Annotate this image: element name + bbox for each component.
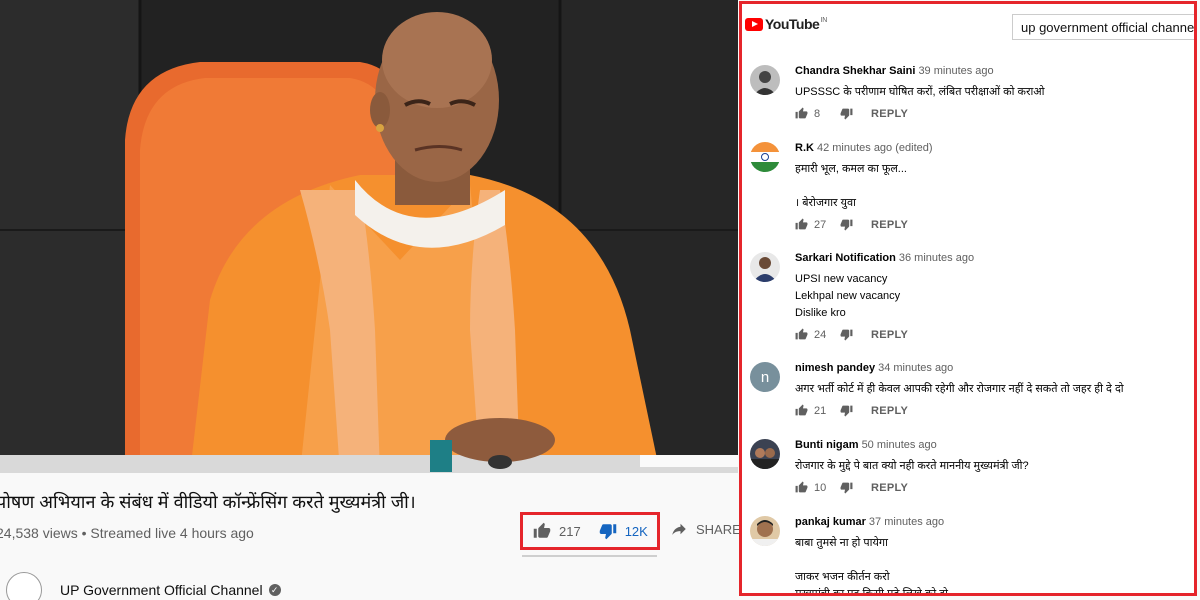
avatar[interactable]: n bbox=[750, 362, 780, 392]
avatar[interactable] bbox=[750, 142, 780, 172]
avatar[interactable] bbox=[750, 516, 780, 546]
like-dislike-highlight: 217 12K bbox=[520, 512, 660, 550]
thumbs-up-icon[interactable] bbox=[795, 107, 808, 120]
comment-time[interactable]: 36 minutes ago bbox=[899, 252, 974, 264]
region-code: IN bbox=[820, 16, 828, 24]
comment-like-count: 10 bbox=[814, 481, 827, 494]
thumbs-down-icon[interactable] bbox=[840, 328, 853, 341]
youtube-play-icon bbox=[745, 17, 763, 31]
youtube-wordmark: YouTube bbox=[765, 16, 820, 32]
thumbs-down-icon[interactable] bbox=[840, 218, 853, 231]
youtube-header: YouTube IN up government official channe… bbox=[742, 4, 1194, 48]
comment-text: रोजगार के मुद्दे पे बात क्यो नही करते मा… bbox=[795, 460, 1029, 472]
avatar[interactable] bbox=[750, 65, 780, 95]
video-player[interactable] bbox=[0, 0, 738, 473]
meta-separator: • bbox=[81, 525, 87, 541]
reply-button[interactable]: REPLY bbox=[871, 405, 908, 417]
comment-actions: 8 REPLY bbox=[795, 107, 1185, 120]
reply-button[interactable]: REPLY bbox=[871, 219, 908, 231]
comment-like-count: 24 bbox=[814, 328, 827, 341]
youtube-logo[interactable]: YouTube IN bbox=[745, 16, 827, 32]
dislike-count: 12K bbox=[624, 523, 648, 539]
comment-author[interactable]: nimesh pandey bbox=[795, 362, 875, 374]
share-button[interactable]: SHARE bbox=[670, 520, 740, 538]
thumbs-down-icon[interactable] bbox=[840, 404, 853, 417]
avatar-photo-icon bbox=[750, 439, 780, 469]
sentiment-bar bbox=[522, 555, 657, 557]
avatar[interactable] bbox=[750, 439, 780, 469]
view-count: 24,538 views bbox=[0, 525, 78, 541]
comment-actions: 27 REPLY bbox=[795, 218, 1185, 231]
dislike-button[interactable]: 12K bbox=[599, 522, 648, 540]
comment-like-count: 21 bbox=[814, 404, 827, 417]
channel-row: UP Government Official Channel ✓ bbox=[0, 572, 281, 600]
streamed-time: Streamed live 4 hours ago bbox=[90, 525, 254, 541]
comment-text: अगर भर्ती कोर्ट में ही केवल आपकी रहेगी औ… bbox=[795, 383, 1124, 395]
comment-author[interactable]: Bunti nigam bbox=[795, 439, 859, 451]
comment-time[interactable]: 50 minutes ago bbox=[862, 439, 937, 451]
avatar[interactable] bbox=[750, 252, 780, 282]
avatar-photo-icon bbox=[750, 516, 780, 546]
reply-button[interactable]: REPLY bbox=[871, 108, 908, 120]
share-arrow-icon bbox=[672, 523, 686, 535]
comment-time[interactable]: 39 minutes ago bbox=[918, 65, 993, 77]
thumbs-down-icon bbox=[599, 524, 616, 540]
comment-actions: 21 REPLY bbox=[795, 404, 1185, 417]
like-button[interactable]: 217 bbox=[533, 522, 581, 540]
letter-avatar-icon: n bbox=[750, 362, 780, 392]
comment-like-count: 8 bbox=[814, 107, 821, 120]
share-label: SHARE bbox=[696, 521, 740, 537]
thumbs-up-icon[interactable] bbox=[795, 404, 808, 417]
thumbs-up-icon bbox=[533, 522, 551, 538]
channel-name[interactable]: UP Government Official Channel bbox=[60, 582, 263, 598]
avatar-letter: n bbox=[761, 369, 769, 386]
comment-text: UPSSSC के परीणाम घोषित करों, लंबित परीक्… bbox=[795, 86, 1045, 98]
like-count: 217 bbox=[559, 523, 581, 539]
comment-author[interactable]: R.K bbox=[795, 142, 814, 154]
thumbs-down-icon[interactable] bbox=[840, 107, 853, 120]
verified-check-icon: ✓ bbox=[268, 584, 281, 596]
comment-text: UPSI new vacancy Lekhpal new vacancy Dis… bbox=[795, 273, 901, 319]
comment-author[interactable]: Chandra Shekhar Saini bbox=[795, 65, 915, 77]
video-page: पोषण अभियान के संबंध में वीडियो कॉन्फ्रे… bbox=[0, 0, 740, 600]
comment-author[interactable]: pankaj kumar bbox=[795, 516, 866, 528]
comment-text: बाबा तुमसे ना हो पायेगा जाकर भजन कीर्तन … bbox=[795, 537, 948, 596]
comment-time[interactable]: 34 minutes ago bbox=[878, 362, 953, 374]
avatar-photo-icon bbox=[750, 65, 780, 95]
video-title: पोषण अभियान के संबंध में वीडियो कॉन्फ्रे… bbox=[0, 492, 416, 512]
comment-time[interactable]: 37 minutes ago bbox=[869, 516, 944, 528]
search-input[interactable]: up government official channel bbox=[1012, 14, 1194, 40]
avatar-photo-icon bbox=[750, 252, 780, 282]
india-flag-icon bbox=[750, 142, 780, 172]
comment-text: हमारी भूल, कमल का फूल... । बेरोजगार युवा bbox=[795, 163, 907, 209]
comment-time[interactable]: 42 minutes ago (edited) bbox=[817, 142, 933, 154]
thumbs-up-icon[interactable] bbox=[795, 328, 808, 341]
channel-avatar[interactable] bbox=[6, 572, 42, 600]
reply-button[interactable]: REPLY bbox=[871, 482, 908, 494]
comment-actions: 10 REPLY bbox=[795, 481, 1185, 494]
video-meta: 24,538 views • Streamed live 4 hours ago bbox=[0, 525, 254, 541]
reply-button[interactable]: REPLY bbox=[871, 329, 908, 341]
thumbs-up-icon[interactable] bbox=[795, 481, 808, 494]
thumbs-up-icon[interactable] bbox=[795, 218, 808, 231]
video-frame-illustration bbox=[0, 0, 738, 473]
comment-actions: 24 REPLY bbox=[795, 328, 1185, 341]
thumbs-down-icon[interactable] bbox=[840, 481, 853, 494]
comment-like-count: 27 bbox=[814, 218, 827, 231]
comments-panel: YouTube IN up government official channe… bbox=[739, 1, 1197, 596]
comment-author[interactable]: Sarkari Notification bbox=[795, 252, 896, 264]
